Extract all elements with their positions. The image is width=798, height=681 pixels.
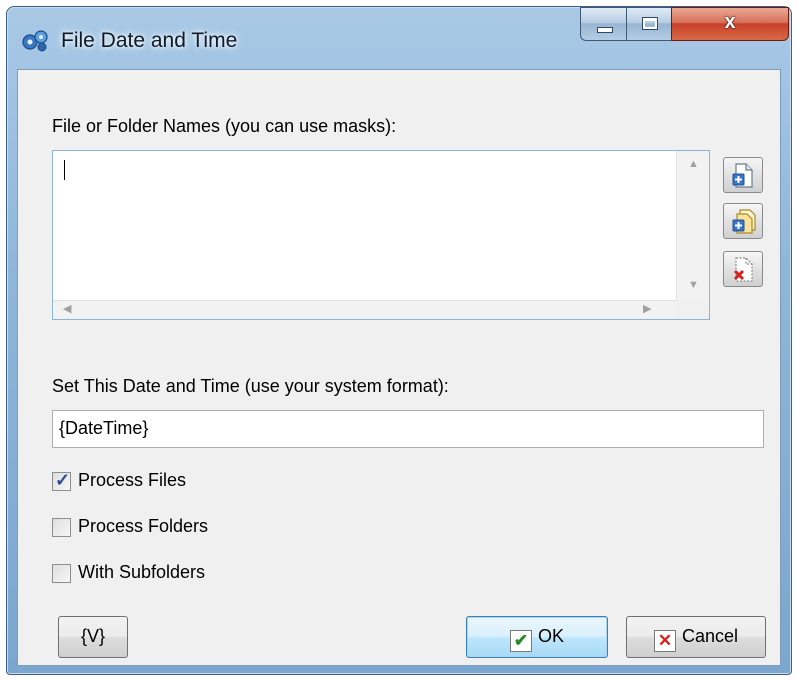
add-folder-icon (732, 209, 756, 234)
title-bar[interactable]: File Date and Time x (7, 7, 791, 69)
names-label: File or Folder Names (you can use masks)… (52, 116, 397, 136)
minimize-icon (597, 27, 613, 33)
remove-item-button[interactable] (723, 251, 763, 287)
cancel-x-icon: ✕ (653, 630, 676, 652)
scroll-down-icon[interactable]: ▼ (688, 280, 699, 291)
add-file-icon (732, 163, 753, 188)
checkmark-icon: ✓ (55, 470, 71, 490)
add-folder-button[interactable] (723, 203, 763, 239)
add-file-button[interactable] (723, 157, 763, 193)
datetime-label: Set This Date and Time (use your system … (52, 376, 449, 396)
scrollbar-corner (677, 301, 709, 319)
dialog-client-area: File or Folder Names (you can use masks)… (17, 69, 781, 666)
process-files-checkbox[interactable]: ✓ (52, 470, 71, 491)
variables-button-label: {V} (80, 626, 106, 646)
datetime-input[interactable]: {DateTime} (52, 410, 764, 448)
close-button[interactable]: x (671, 7, 789, 41)
names-textarea[interactable]: ▲ ▼ ◀ ▶ (52, 150, 710, 320)
cancel-button[interactable]: ✕ Cancel (626, 616, 766, 658)
scroll-up-icon[interactable]: ▲ (688, 159, 699, 170)
remove-item-icon (733, 257, 753, 282)
maximize-icon (642, 17, 658, 30)
vertical-scrollbar[interactable]: ▲ ▼ (676, 151, 709, 302)
with-subfolders-label[interactable]: With Subfolders (78, 562, 205, 583)
ok-button-label: OK (537, 626, 564, 646)
horizontal-scrollbar[interactable]: ◀ ▶ (53, 300, 677, 319)
window-title: File Date and Time (61, 29, 238, 52)
process-folders-checkbox[interactable] (52, 518, 71, 537)
with-subfolders-checkbox[interactable] (52, 564, 71, 583)
gears-icon (22, 30, 48, 52)
text-caret (64, 160, 65, 180)
variables-button[interactable]: {V} (58, 616, 128, 658)
minimize-button[interactable] (580, 7, 627, 41)
scroll-left-icon[interactable]: ◀ (63, 304, 71, 315)
close-icon: x (724, 11, 736, 33)
maximize-button[interactable] (626, 7, 672, 41)
cancel-button-label: Cancel (681, 626, 739, 646)
scroll-right-icon[interactable]: ▶ (643, 304, 651, 315)
ok-button[interactable]: ✔ OK (466, 616, 608, 658)
process-files-label[interactable]: Process Files (78, 470, 186, 491)
dialog-window: File Date and Time x File or Folder Name… (6, 6, 792, 675)
checkmark-icon: ✔ (509, 630, 532, 652)
process-folders-label[interactable]: Process Folders (78, 516, 208, 537)
